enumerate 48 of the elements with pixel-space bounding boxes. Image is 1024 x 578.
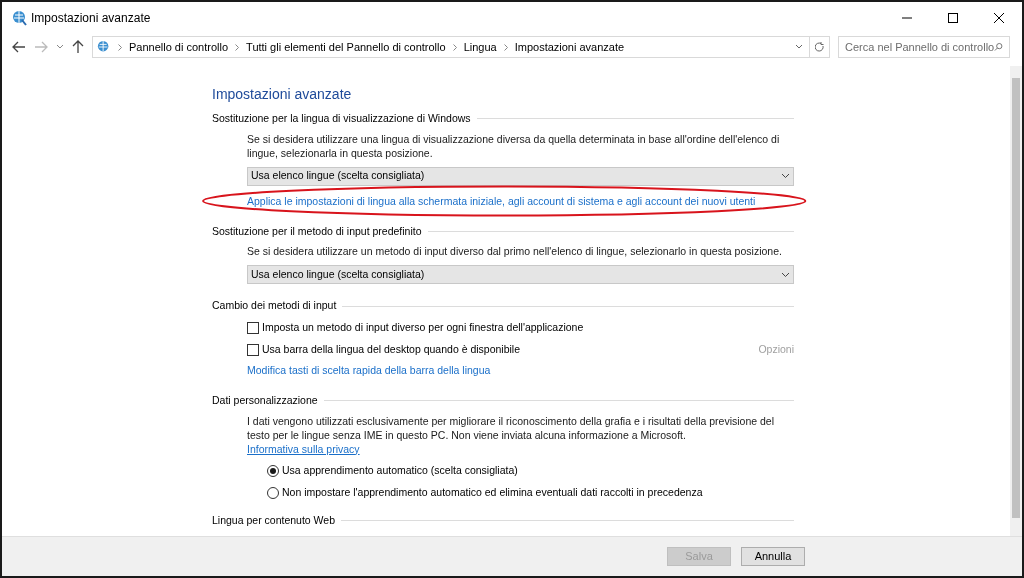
- chevron-icon: [118, 43, 122, 51]
- checkbox[interactable]: [247, 321, 259, 334]
- globe-icon: [12, 10, 28, 26]
- close-icon: [994, 13, 1004, 23]
- chevron-icon: [452, 43, 457, 51]
- globe-icon: [97, 40, 111, 54]
- radio-label: Usa apprendimento automatico (scelta consigliata): [282, 463, 518, 479]
- section-heading: Lingua per contenuto Web: [212, 512, 335, 528]
- radio-label: Non impostare l'apprendimento automatico ed elimina eventuali dati raccolti in precedenza: [282, 485, 703, 501]
- description-text: Se si desidera utilizzare un metodo di input diverso dal primo nell'elenco di lingue, selezionarlo in questa posizione.: [247, 244, 783, 259]
- section-heading: Cambio dei metodi di input: [212, 298, 337, 314]
- language-dropdown[interactable]: Usa elenco lingue (scelta consigliata): [247, 166, 794, 186]
- address-bar[interactable]: Pannello di controllo Tutti gli elementi del Pannello di controllo Lingua Impostazioni avanzate: [92, 36, 830, 58]
- checkbox[interactable]: [247, 343, 259, 356]
- section-heading: Sostituzione per la lingua di visualizzazione di Windows: [212, 111, 471, 126]
- section-heading: Dati personalizzazione: [212, 392, 318, 408]
- chevron-icon: [235, 43, 240, 51]
- scrollbar[interactable]: [1010, 66, 1022, 536]
- window-title: Impostazioni avanzate: [31, 10, 151, 27]
- maximize-icon: [948, 13, 958, 23]
- breadcrumb[interactable]: Tutti gli elementi del Pannello di controllo: [246, 38, 446, 56]
- page-title: Impostazioni avanzate: [212, 85, 353, 104]
- checkbox-label: Imposta un metodo di input diverso per ogni finestra dell'applicazione: [262, 319, 584, 335]
- up-arrow-icon[interactable]: [72, 40, 84, 54]
- dropdown-caret-icon: [781, 173, 790, 180]
- search-icon: [994, 42, 1003, 52]
- refresh-icon: [814, 41, 825, 53]
- cancel-button[interactable]: Annulla: [741, 547, 805, 566]
- settings-link[interactable]: Modifica tasti di scelta rapida della barra della lingua: [247, 363, 491, 379]
- dropdown-caret-icon[interactable]: [795, 44, 803, 50]
- dropdown-caret-icon[interactable]: [56, 44, 64, 50]
- scrollbar-thumb[interactable]: [1012, 78, 1020, 518]
- dropdown-caret-icon: [781, 271, 790, 278]
- description-text: Se si desidera utilizzare una lingua di visualizzazione diversa da quella determinata in base all'ordine dell'elenco di lingue, selezionarla in questa posizione.: [247, 131, 781, 160]
- chevron-icon: [503, 43, 508, 51]
- search-field[interactable]: Cerca nel Pannello di controllo: [838, 36, 1010, 58]
- back-arrow-icon[interactable]: [12, 41, 26, 53]
- checkbox-label: Usa barra della lingua del desktop quando è disponibile: [262, 341, 520, 357]
- language-dropdown[interactable]: Usa elenco lingue (scelta consigliata): [247, 265, 794, 285]
- settings-link[interactable]: Applica le impostazioni di lingua alla schermata iniziale, agli account di sistema e agli account dei nuovi utenti: [247, 193, 756, 210]
- breadcrumb[interactable]: Lingua: [463, 38, 497, 56]
- breadcrumb[interactable]: Pannello di controllo: [129, 38, 229, 56]
- breadcrumb[interactable]: Impostazioni avanzate: [514, 38, 625, 56]
- description-text: I dati vengono utilizzati esclusivamente per migliorare il riconoscimento della grafia e i risultati della previsione del testo per le lingue senza IME in questo PC. Non viene inviata alcuna informazione a Microsoft. Informativa sulla privacy: [247, 413, 775, 456]
- radio-button[interactable]: [267, 487, 279, 499]
- section-heading: Sostituzione per il metodo di input predefinito: [212, 223, 422, 239]
- privacy-link[interactable]: Informativa sulla privacy: [247, 442, 360, 455]
- radio-button[interactable]: [267, 465, 279, 477]
